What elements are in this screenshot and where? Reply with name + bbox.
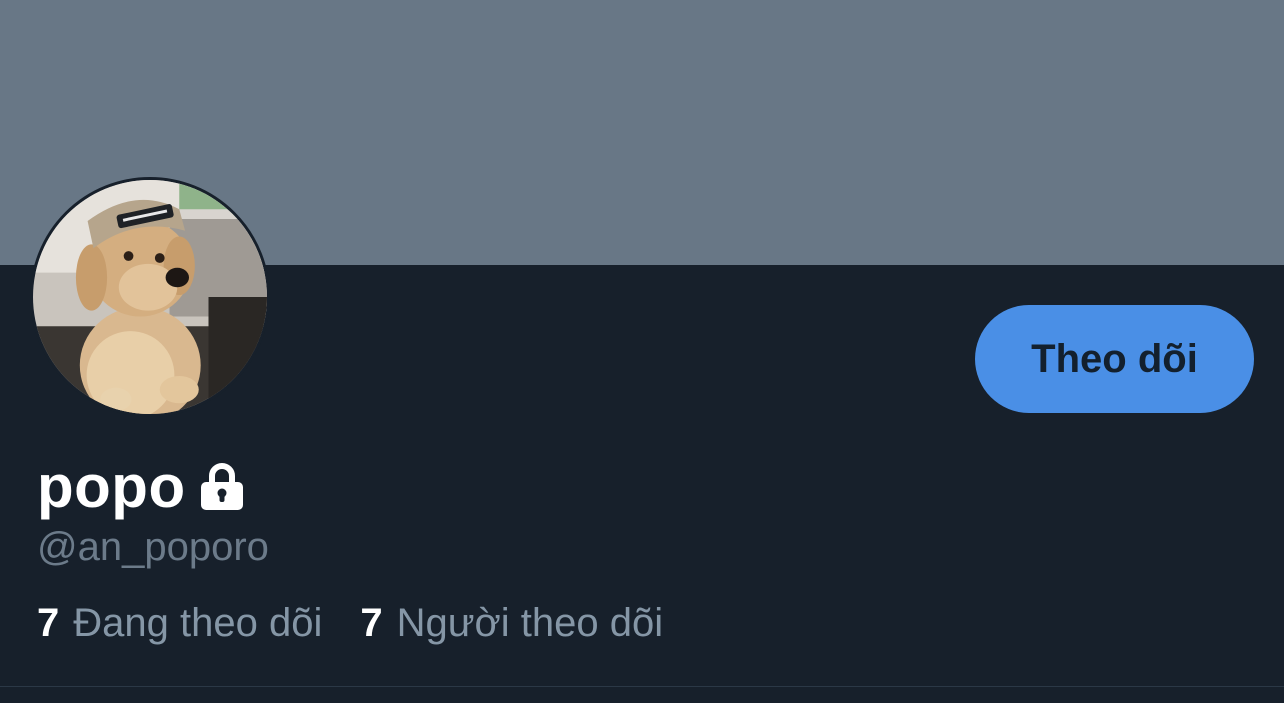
followers-stat[interactable]: 7 Người theo dõi [360, 603, 663, 643]
following-stat[interactable]: 7 Đang theo dõi [37, 603, 322, 643]
lock-icon [198, 462, 246, 512]
display-name: popo [37, 453, 186, 520]
avatar-image [33, 180, 267, 414]
name-row: popo [37, 452, 246, 522]
followers-label: Người theo dõi [396, 601, 664, 645]
profile-stats: 7 Đang theo dõi 7 Người theo dõi [37, 603, 701, 643]
following-label: Đang theo dõi [73, 601, 323, 645]
divider [0, 686, 1284, 687]
follow-button[interactable]: Theo dõi [975, 305, 1254, 413]
avatar[interactable] [30, 177, 270, 417]
user-handle: @an_poporo [37, 525, 269, 569]
followers-count: 7 [360, 601, 383, 645]
profile-header: Theo dõi popo @an_poporo 7 Đang theo dõi… [0, 0, 1284, 703]
following-count: 7 [37, 601, 60, 645]
